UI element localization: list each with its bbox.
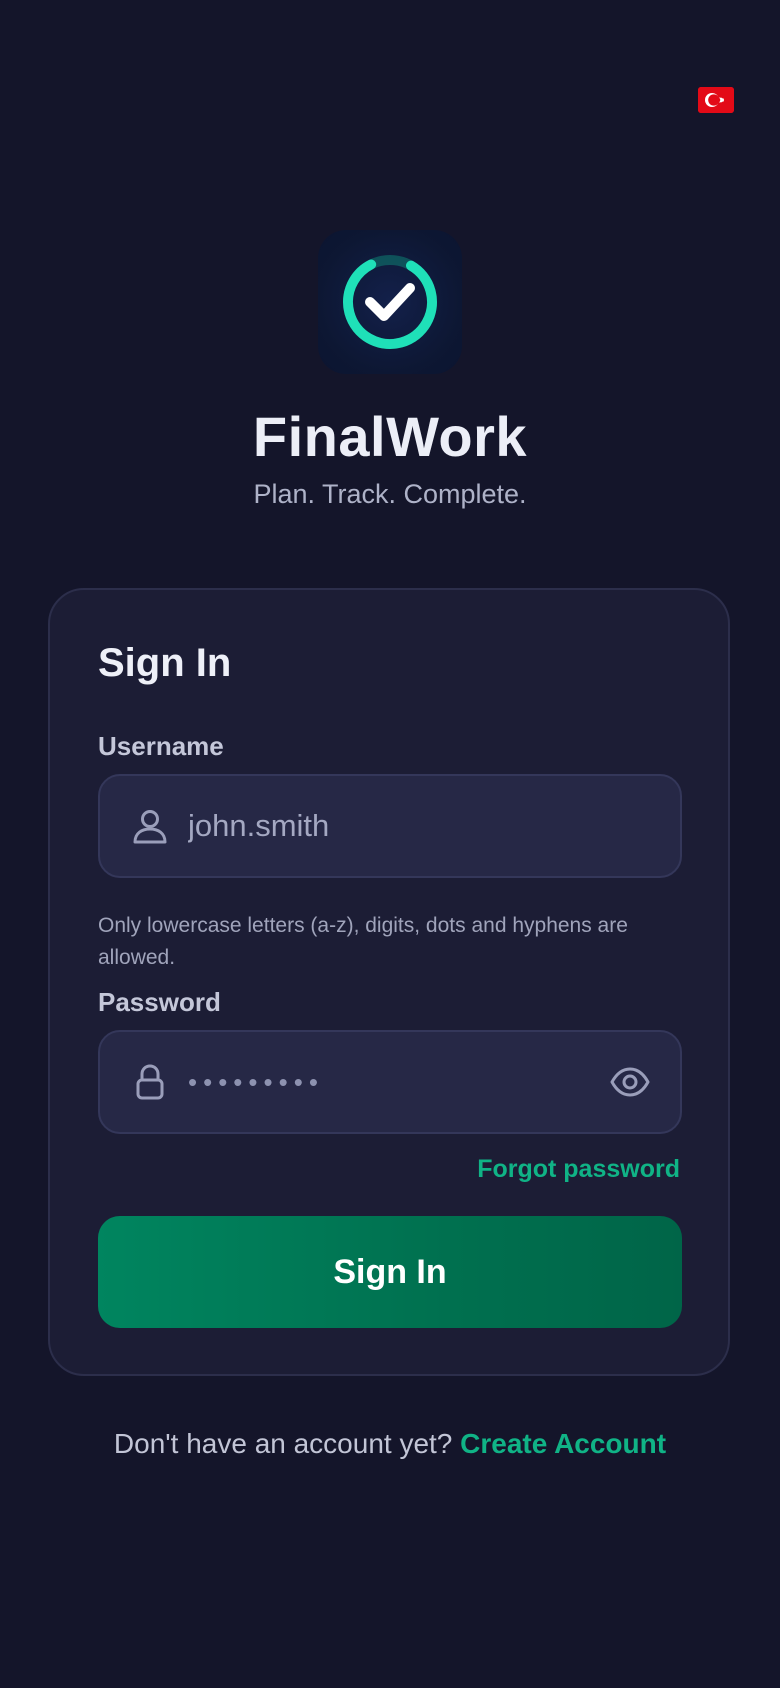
card-title: Sign In bbox=[98, 641, 232, 685]
password-label: Password bbox=[98, 987, 221, 1017]
username-input[interactable] bbox=[188, 776, 628, 876]
username-helper-text: Only lowercase letters (a-z), digits, do… bbox=[98, 914, 628, 969]
create-account-link[interactable]: Create Account bbox=[460, 1428, 666, 1459]
check-circle-progress-icon bbox=[343, 255, 437, 349]
sign-in-card: Sign In Username Only lowercase letters … bbox=[48, 588, 730, 1376]
password-field[interactable] bbox=[98, 1030, 682, 1134]
signup-prompt: Don't have an account yet? bbox=[113, 1428, 453, 1459]
sign-in-button[interactable]: Sign In bbox=[98, 1216, 682, 1328]
password-input[interactable] bbox=[188, 1032, 588, 1132]
eye-icon[interactable] bbox=[608, 1060, 652, 1104]
app-tagline: Plan. Track. Complete. bbox=[253, 479, 527, 509]
username-field[interactable] bbox=[98, 774, 682, 878]
forgot-password-link[interactable]: Forgot password bbox=[477, 1152, 680, 1186]
app-name: FinalWork bbox=[252, 405, 528, 468]
username-label: Username bbox=[98, 731, 224, 761]
user-icon bbox=[133, 810, 167, 844]
turkey-flag-icon[interactable] bbox=[698, 87, 734, 113]
lock-icon bbox=[136, 1064, 164, 1100]
signup-row: Don't have an account yet? Create Accoun… bbox=[0, 1424, 780, 1464]
app-logo bbox=[318, 230, 462, 374]
